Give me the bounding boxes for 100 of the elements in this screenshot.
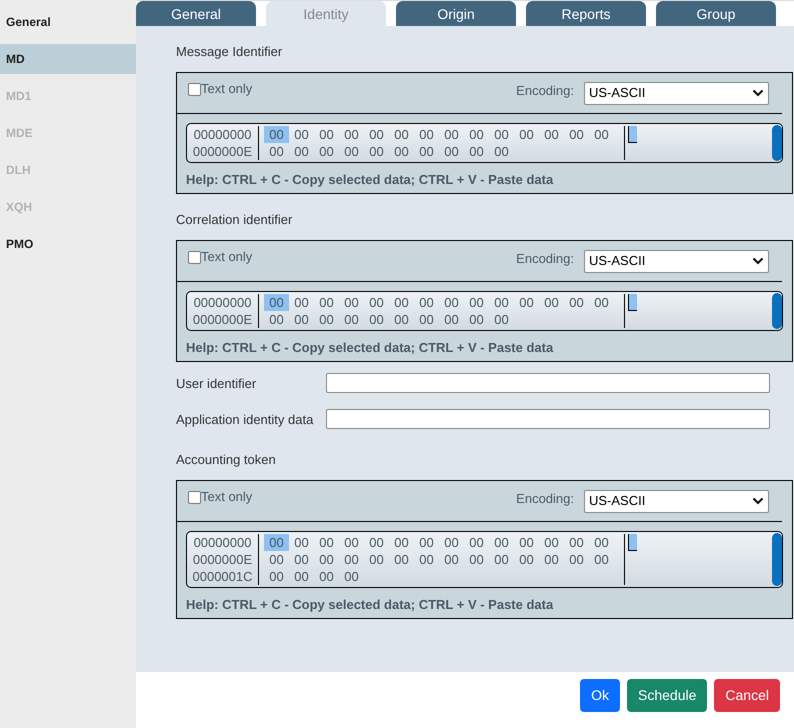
hex-view[interactable]: 00000000 0000000E 00 00 00 00 00 00 00 00 00 00 00 00 00 00 00 00 00 00 00 00 00 00 00 00 — [186, 123, 783, 163]
hex-byte[interactable]: 00 — [489, 126, 514, 143]
hex-byte[interactable]: 00 — [339, 534, 364, 551]
hex-byte[interactable]: 00 — [539, 126, 564, 143]
encoding-select[interactable]: US-ASCII — [584, 82, 769, 104]
hex-byte[interactable]: 00 — [464, 143, 489, 160]
hex-byte[interactable]: 00 — [489, 294, 514, 311]
sidebar-item[interactable]: PMO — [0, 229, 136, 259]
tab[interactable]: Reports — [526, 1, 646, 26]
tab[interactable]: General — [136, 1, 256, 26]
hex-byte[interactable]: 00 — [539, 551, 564, 568]
dialog-button[interactable]: Cancel — [714, 679, 780, 712]
hex-byte[interactable]: 00 — [564, 534, 589, 551]
hex-byte[interactable]: 00 — [364, 534, 389, 551]
hex-byte[interactable]: 00 — [389, 551, 414, 568]
hex-byte[interactable]: 00 — [414, 143, 439, 160]
hex-byte[interactable]: 00 — [514, 534, 539, 551]
hex-byte[interactable]: 00 — [514, 294, 539, 311]
hex-byte[interactable]: 00 — [439, 143, 464, 160]
hex-byte[interactable]: 00 — [289, 568, 314, 585]
hex-byte[interactable]: 00 — [414, 126, 439, 143]
input-field[interactable] — [326, 373, 770, 393]
hex-byte[interactable]: 00 — [289, 294, 314, 311]
hex-byte[interactable]: 00 — [364, 143, 389, 160]
hex-byte[interactable]: 00 — [289, 143, 314, 160]
sidebar-item[interactable]: MD — [0, 44, 136, 74]
hex-byte[interactable]: 00 — [514, 551, 539, 568]
hex-byte[interactable]: 00 — [589, 126, 614, 143]
hex-byte[interactable]: 00 — [264, 143, 289, 160]
hex-byte[interactable]: 00 — [314, 568, 339, 585]
hex-byte[interactable]: 00 — [364, 311, 389, 328]
hex-byte[interactable]: 00 — [414, 534, 439, 551]
checkbox[interactable] — [188, 82, 201, 96]
encoding-select[interactable]: US-ASCII — [584, 250, 769, 272]
hex-byte[interactable]: 00 — [314, 143, 339, 160]
hex-byte[interactable]: 00 — [489, 551, 514, 568]
hex-byte[interactable]: 00 — [339, 551, 364, 568]
hex-byte[interactable]: 00 — [264, 534, 289, 551]
hex-byte[interactable]: 00 — [439, 311, 464, 328]
hex-byte[interactable]: 00 — [339, 294, 364, 311]
hex-byte[interactable]: 00 — [439, 126, 464, 143]
hex-byte[interactable]: 00 — [364, 294, 389, 311]
hex-byte[interactable]: 00 — [339, 126, 364, 143]
hex-byte[interactable]: 00 — [339, 568, 364, 585]
hex-byte[interactable]: 00 — [264, 551, 289, 568]
hex-byte[interactable]: 00 — [339, 143, 364, 160]
hex-view[interactable]: 00000000 0000000E 00 00 00 00 00 00 00 00 00 00 00 00 00 00 00 00 00 00 00 00 00 00 00 00 — [186, 291, 783, 331]
text-only-checkbox[interactable]: Text only — [188, 247, 252, 267]
hex-byte[interactable]: 00 — [414, 311, 439, 328]
dialog-button[interactable]: Schedule — [627, 679, 708, 712]
checkbox[interactable] — [188, 490, 201, 504]
hex-byte[interactable]: 00 — [264, 311, 289, 328]
tab[interactable]: Origin — [396, 1, 516, 26]
hex-byte[interactable]: 00 — [289, 534, 314, 551]
hex-byte[interactable]: 00 — [289, 311, 314, 328]
hex-byte[interactable]: 00 — [264, 126, 289, 143]
hex-byte[interactable]: 00 — [389, 534, 414, 551]
hex-byte[interactable]: 00 — [264, 568, 289, 585]
hex-byte[interactable]: 00 — [389, 126, 414, 143]
hex-byte[interactable]: 00 — [539, 534, 564, 551]
hex-byte[interactable]: 00 — [589, 551, 614, 568]
encoding-select[interactable]: US-ASCII — [584, 490, 769, 512]
hex-byte[interactable]: 00 — [464, 534, 489, 551]
hex-byte[interactable]: 00 — [314, 294, 339, 311]
hex-byte[interactable]: 00 — [439, 551, 464, 568]
hex-byte[interactable]: 00 — [464, 551, 489, 568]
hex-byte[interactable]: 00 — [439, 534, 464, 551]
hex-view[interactable]: 00000000 0000000E 0000001C 00 00 00 00 00 00 00 00 00 00 00 00 00 00 00 00 00 00 00 00 00 00 00 00 00 00 00 00 00 00 00 00 — [186, 531, 783, 588]
hex-byte[interactable]: 00 — [464, 294, 489, 311]
hex-byte[interactable]: 00 — [364, 126, 389, 143]
text-only-checkbox[interactable]: Text only — [188, 487, 252, 507]
hex-byte[interactable]: 00 — [589, 294, 614, 311]
text-only-checkbox[interactable]: Text only — [188, 79, 252, 99]
hex-byte[interactable]: 00 — [514, 126, 539, 143]
hex-byte[interactable]: 00 — [389, 311, 414, 328]
checkbox[interactable] — [188, 250, 201, 264]
hex-byte[interactable]: 00 — [289, 551, 314, 568]
sidebar-item[interactable]: General — [0, 7, 136, 37]
hex-byte[interactable]: 00 — [439, 294, 464, 311]
hex-byte[interactable]: 00 — [564, 551, 589, 568]
hex-byte[interactable]: 00 — [314, 551, 339, 568]
hex-byte[interactable]: 00 — [314, 534, 339, 551]
hex-byte[interactable]: 00 — [264, 294, 289, 311]
hex-byte[interactable]: 00 — [489, 311, 514, 328]
dialog-button[interactable]: Ok — [580, 679, 620, 712]
hex-byte[interactable]: 00 — [589, 534, 614, 551]
hex-byte[interactable]: 00 — [489, 143, 514, 160]
hex-byte[interactable]: 00 — [464, 311, 489, 328]
hex-byte[interactable]: 00 — [414, 551, 439, 568]
hex-byte[interactable]: 00 — [289, 126, 314, 143]
hex-byte[interactable]: 00 — [464, 126, 489, 143]
hex-byte[interactable]: 00 — [314, 311, 339, 328]
hex-byte[interactable]: 00 — [489, 534, 514, 551]
scrollbar-thumb[interactable] — [772, 293, 782, 329]
hex-byte[interactable]: 00 — [564, 126, 589, 143]
input-field[interactable] — [326, 409, 770, 429]
hex-byte[interactable]: 00 — [389, 294, 414, 311]
hex-byte[interactable]: 00 — [339, 311, 364, 328]
scrollbar-thumb[interactable] — [772, 533, 782, 586]
hex-byte[interactable]: 00 — [364, 551, 389, 568]
